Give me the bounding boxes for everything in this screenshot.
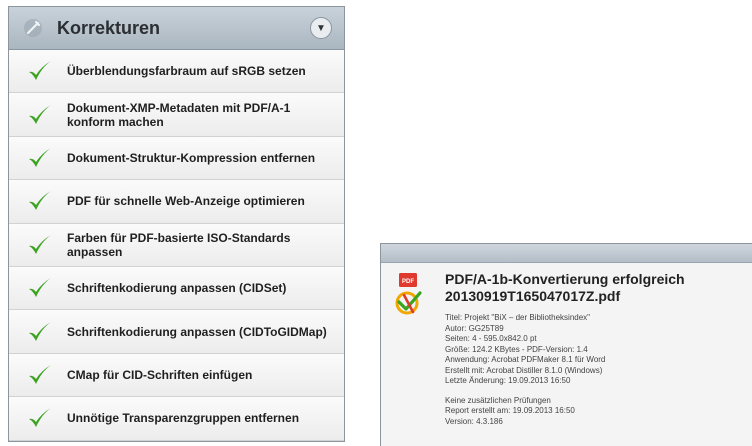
extra-line: Keine zusätzlichen Prüfungen xyxy=(445,395,551,405)
panel-title: Korrekturen xyxy=(57,17,161,38)
corrections-list: Überblendungsfarbraum auf sRGB setzen Dok… xyxy=(9,50,344,441)
panel-header[interactable]: Korrekturen ▼ xyxy=(9,7,344,50)
correction-item[interactable]: Überblendungsfarbraum auf sRGB setzen xyxy=(9,50,344,94)
correction-item-label: Schriftenkodierung anpassen (CIDSet) xyxy=(67,281,287,296)
report-text: PDF/A-1b-Konvertierung erfolgreich 20130… xyxy=(445,271,752,427)
correction-item[interactable]: Unnötige Transparenzgruppen entfernen xyxy=(9,397,344,441)
correction-item[interactable]: Dokument-XMP-Metadaten mit PDF/A-1 konfo… xyxy=(9,93,344,137)
checkmark-icon xyxy=(29,408,51,428)
checkmark-icon xyxy=(29,147,51,167)
detail-line: Autor: GG25T89 xyxy=(445,323,504,333)
wrench-icon xyxy=(21,16,45,40)
correction-item-label: Überblendungsfarbraum auf sRGB setzen xyxy=(67,64,306,79)
report-details: Titel: Projekt "BiX – der Bibliotheksind… xyxy=(445,313,752,387)
correction-item[interactable]: Farben für PDF-basierte ISO-Standards an… xyxy=(9,223,344,267)
extra-line: Report erstellt am: 19.09.2013 16:50 xyxy=(445,406,575,415)
detail-line: Titel: Projekt "BiX – der Bibliotheksind… xyxy=(445,313,591,322)
checkmark-icon xyxy=(29,104,51,124)
corrections-panel: Korrekturen ▼ Überblendungsfarbraum auf … xyxy=(8,6,345,442)
chevron-down-icon[interactable]: ▼ xyxy=(310,17,332,39)
report-toolbar xyxy=(381,244,752,263)
checkmark-icon xyxy=(29,191,51,211)
checkmark-icon xyxy=(29,321,51,341)
checkmark-icon xyxy=(29,364,51,384)
correction-item-label: PDF für schnelle Web-Anzeige optimieren xyxy=(67,194,305,209)
checkmark-icon xyxy=(29,61,51,81)
detail-line: Erstellt mit: Acrobat Distiller 8.1.0 (W… xyxy=(445,365,603,375)
detail-line: Letzte Änderung: 19.09.2013 16:50 xyxy=(445,376,571,385)
correction-item[interactable]: CMap für CID-Schriften einfügen xyxy=(9,353,344,398)
svg-text:PDF: PDF xyxy=(402,279,414,285)
detail-line: Seiten: 4 - 595.0x842.0 pt xyxy=(445,334,537,343)
report-body: PDF PDF/A-1b-Konvertierung erfolgreich 2… xyxy=(381,263,752,427)
report-filename: 20130919T165047017Z.pdf xyxy=(445,288,621,304)
report-title: PDF/A-1b-Konvertierung erfolgreich xyxy=(445,271,685,287)
detail-line: Anwendung: Acrobat PDFMaker 8.1 für Word xyxy=(445,355,606,364)
extra-line: Version: 4.3.186 xyxy=(445,416,503,426)
correction-item[interactable]: Schriftenkodierung anpassen (CIDSet) xyxy=(9,266,344,311)
correction-item[interactable]: Schriftenkodierung anpassen (CIDToGIDMap… xyxy=(9,310,344,354)
report-icons: PDF xyxy=(395,273,425,316)
report-extra: Keine zusätzlichen Prüfungen Report erst… xyxy=(445,396,752,428)
pdf-file-icon: PDF xyxy=(399,273,417,287)
checkmark-icon xyxy=(29,234,51,254)
correction-item[interactable]: Dokument-Struktur-Kompression entfernen xyxy=(9,136,344,181)
checkmark-icon xyxy=(29,278,51,298)
correction-item-label: Schriftenkodierung anpassen (CIDToGIDMap… xyxy=(67,324,327,339)
detail-line: Größe: 124.2 KBytes - PDF-Version: 1.4 xyxy=(445,344,588,354)
correction-item-label: CMap für CID-Schriften einfügen xyxy=(67,367,253,382)
correction-item-label: Dokument-Struktur-Kompression entfernen xyxy=(67,150,316,165)
correction-item[interactable]: PDF für schnelle Web-Anzeige optimieren xyxy=(9,180,344,224)
pdfa-logo-icon xyxy=(395,291,422,315)
correction-item-label: Unnötige Transparenzgruppen entfernen xyxy=(67,411,300,426)
correction-item-label: Farben für PDF-basierte ISO-Standards an… xyxy=(67,230,291,259)
conversion-report: PDF PDF/A-1b-Konvertierung erfolgreich 2… xyxy=(380,243,752,446)
correction-item-label: Dokument-XMP-Metadaten mit PDF/A-1 konfo… xyxy=(67,100,291,129)
